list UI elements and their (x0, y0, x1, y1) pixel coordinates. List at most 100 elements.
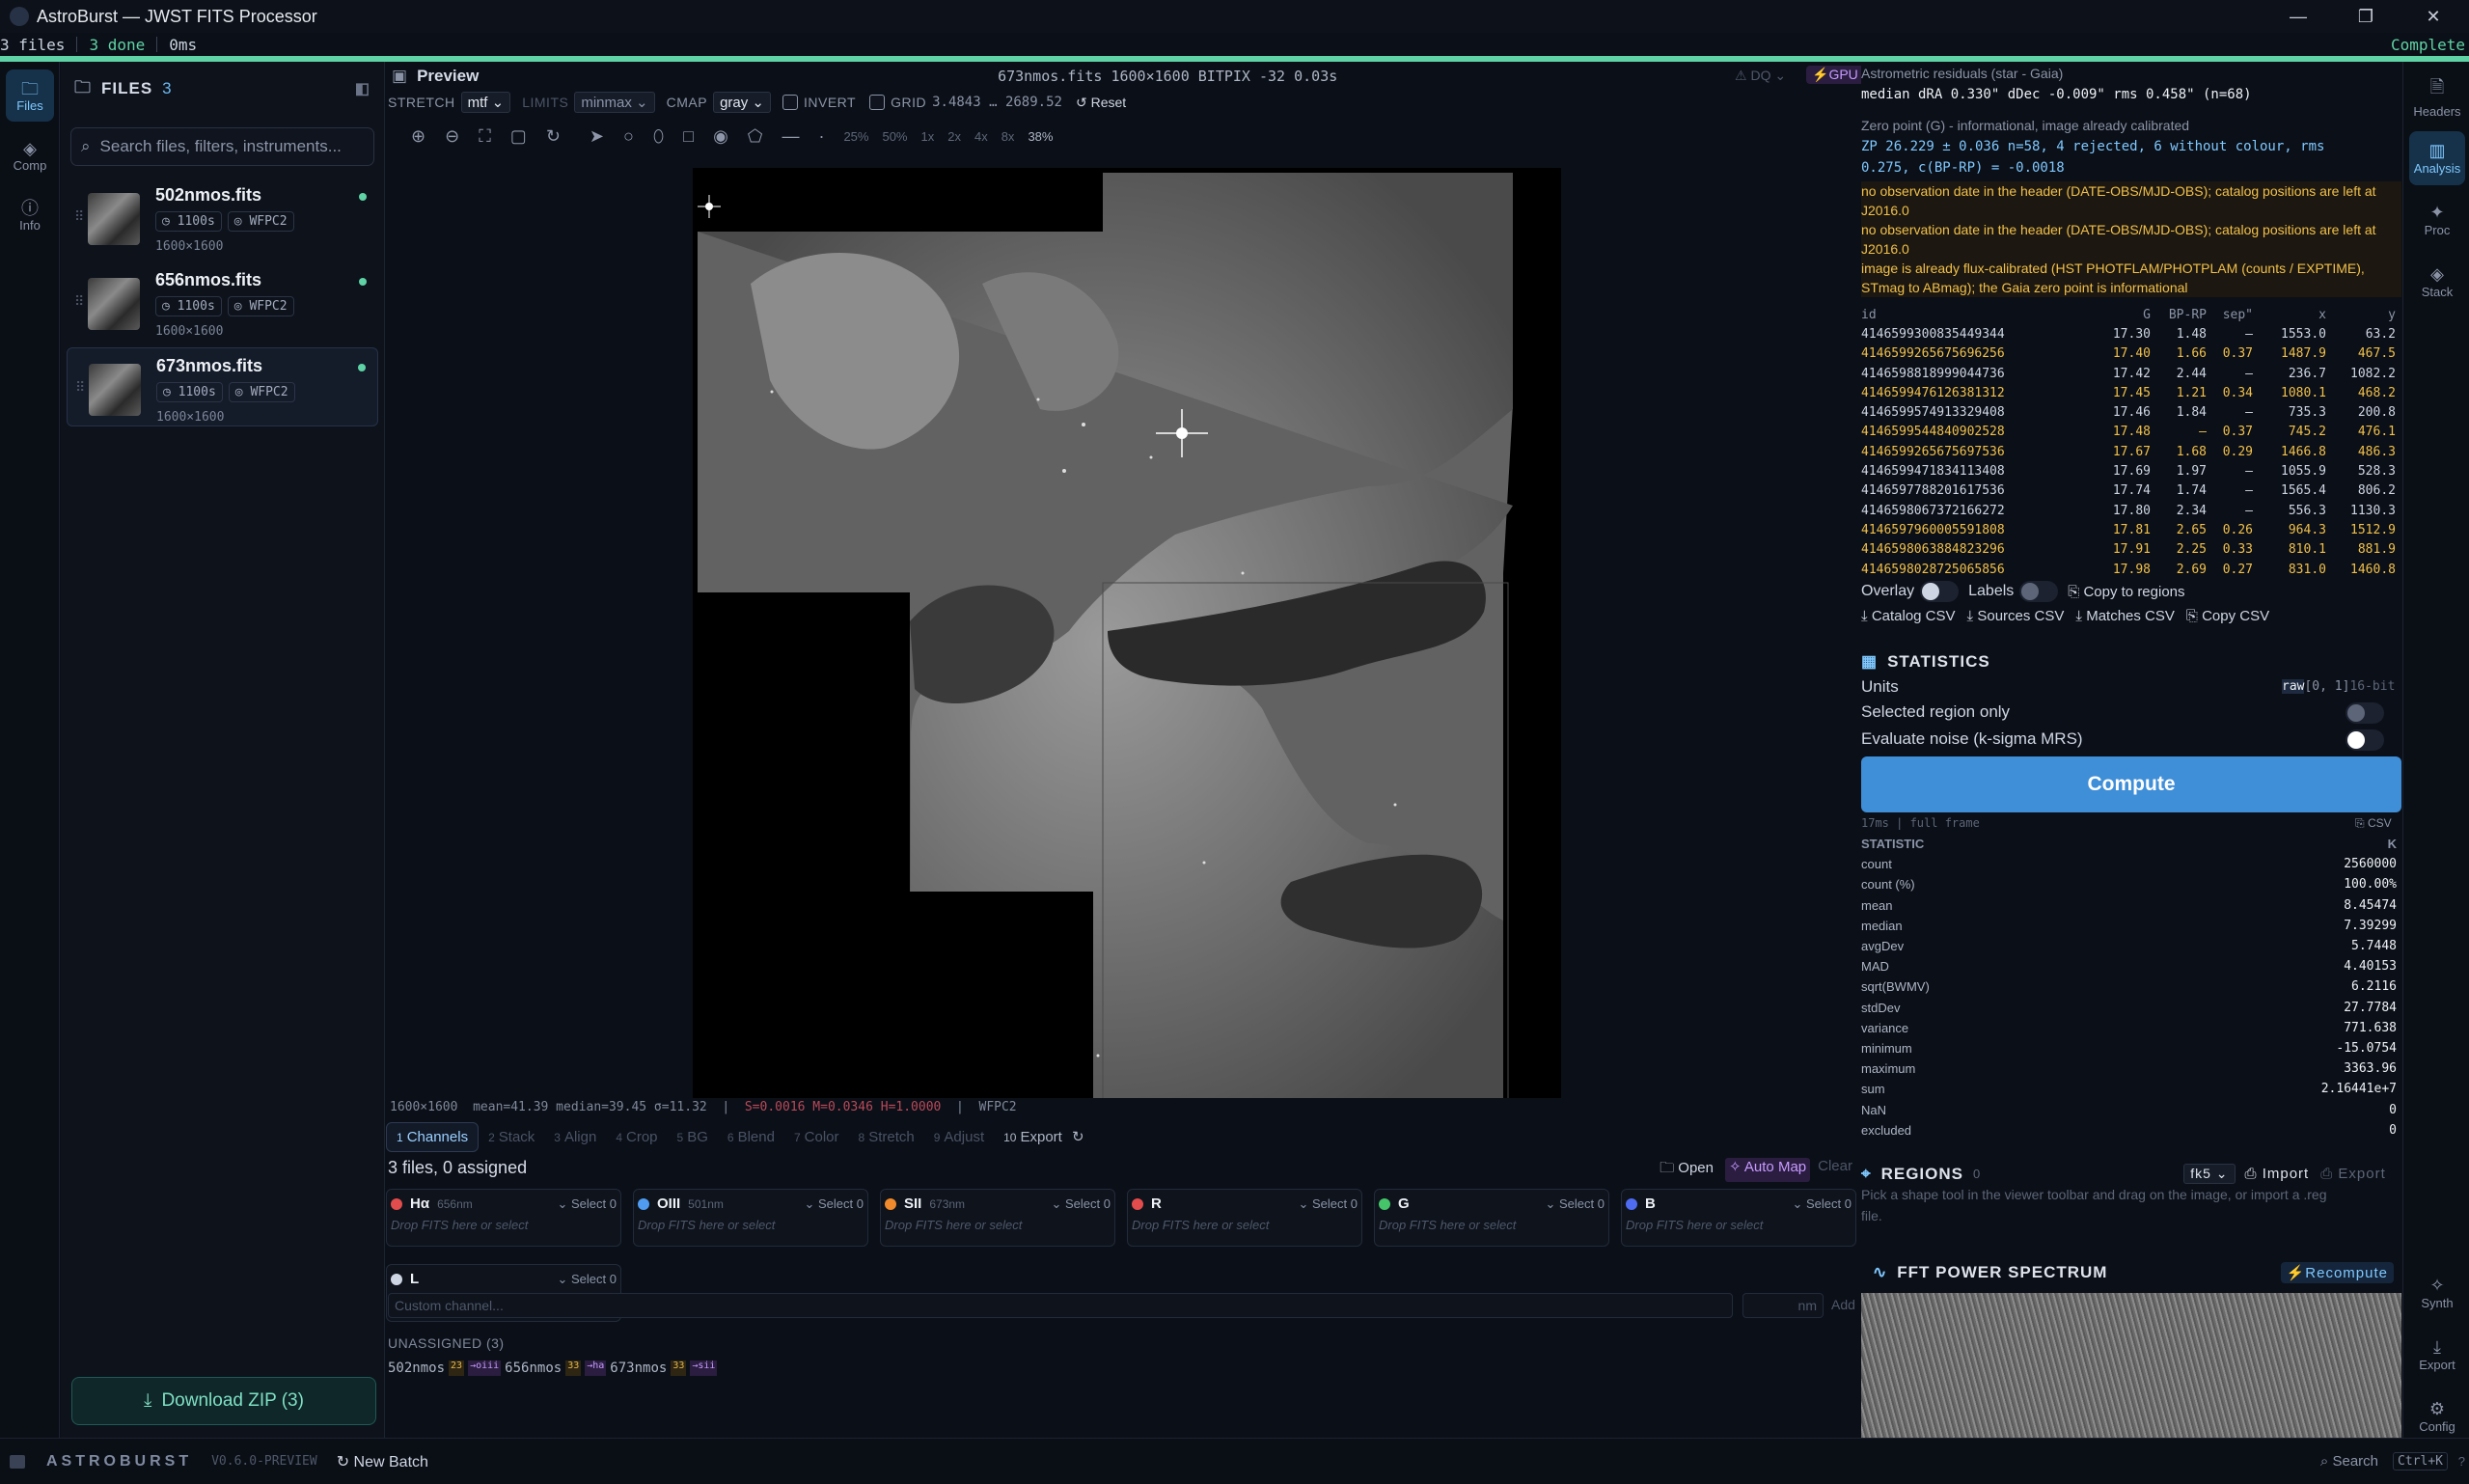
new-batch-button[interactable]: ↻ New Batch (337, 1452, 428, 1471)
drop-zone[interactable]: Drop FITS here or select (387, 1218, 620, 1232)
table-row[interactable]: 4146598067372166272 17.80 2.34 — 556.3 1130.3 (1861, 501, 2397, 520)
tab-stretch[interactable]: 8 Stretch (849, 1123, 924, 1151)
cmap-select[interactable]: gray ⌄ (713, 92, 771, 113)
line-tool-icon[interactable]: — (782, 126, 799, 147)
export-button[interactable]: ⎙ Export (2320, 1166, 2386, 1182)
table-row[interactable]: 4146599471834113408 17.69 1.97 — 1055.9 528.3 (1861, 461, 2397, 481)
table-row[interactable]: 4146597960005591808 17.81 2.65 0.26 964.3 151… (1861, 520, 2397, 539)
zoom-in-icon[interactable]: ⊕ (411, 126, 425, 147)
refresh-icon[interactable]: ↻ (1072, 1129, 1084, 1145)
collapse-panel-icon[interactable]: ◧ (355, 79, 370, 98)
drop-zone[interactable]: Drop FITS here or select (1622, 1218, 1855, 1232)
table-row[interactable]: 4146599265675696256 17.40 1.66 0.37 1487.9 46… (1861, 344, 2397, 364)
box-tool-icon[interactable]: □ (683, 126, 694, 147)
rail-stack[interactable]: ◈ Stack (2409, 255, 2465, 309)
import-button[interactable]: ⎙ Import (2245, 1166, 2310, 1182)
copy-regions-button[interactable]: ⎘ Copy to regions (2068, 584, 2184, 600)
rail-synth[interactable]: ✧ Synth (2409, 1266, 2465, 1320)
table-row[interactable]: 4146598818999044736 17.42 2.44 — 236.7 1082.2 (1861, 364, 2397, 383)
rail-proc[interactable]: ✦ Proc (2409, 193, 2465, 247)
maximize-button[interactable]: ❐ (2333, 0, 2399, 33)
units-range[interactable]: [0, 1] (2304, 679, 2349, 694)
channel-select[interactable]: ⌄ Select 0 (1545, 1196, 1605, 1212)
limits-select[interactable]: minmax ⌄ (574, 92, 655, 113)
channel-select[interactable]: ⌄ Select 0 (557, 1272, 617, 1287)
rail-comp[interactable]: ◈ Comp (6, 129, 54, 181)
copy-csv-button[interactable]: ⎘ Copy CSV (2186, 608, 2269, 624)
stats-csv-button[interactable]: ⎘ CSV (2355, 816, 2392, 831)
zoom-8x[interactable]: 8x (1001, 129, 1015, 144)
unassigned-file[interactable]: 502nmos (388, 1360, 445, 1376)
table-row[interactable]: 4146598028725065856 17.98 2.69 0.27 831.0 146… (1861, 560, 2397, 579)
point-tool-icon[interactable]: · (818, 126, 824, 147)
table-row[interactable]: 4146599265675697536 17.67 1.68 0.29 1466.8 48… (1861, 442, 2397, 461)
unassigned-file[interactable]: 673nmos (610, 1360, 667, 1376)
unassigned-file[interactable]: 656nmos (505, 1360, 562, 1376)
zoom-25[interactable]: 25% (843, 129, 868, 144)
ellipse-tool-icon[interactable]: ⬯ (653, 126, 664, 147)
compute-button[interactable]: Compute (1861, 756, 2401, 812)
minimize-button[interactable]: — (2265, 0, 2331, 33)
rail-info[interactable]: ⓘ Info (6, 189, 54, 241)
file-search-input[interactable]: ⌕ Search files, filters, instruments... (70, 127, 374, 166)
tab-crop[interactable]: 4 Crop (606, 1123, 667, 1151)
drag-handle-icon[interactable]: ⠿ (74, 185, 88, 249)
matches-csv-button[interactable]: ⤓ Matches CSV (2075, 608, 2175, 624)
download-zip-button[interactable]: ⤓ Download ZIP (3) (71, 1377, 376, 1425)
file-item[interactable]: ⠿ 656nmos.fits ◷ 1100s ◎ WFPC2 1600×1600 (67, 262, 378, 342)
grid-checkbox[interactable] (869, 95, 886, 110)
file-item-selected[interactable]: ⠿ 673nmos.fits ◷ 1100s ◎ WFPC2 1600×1600 (67, 347, 378, 426)
frame-select[interactable]: fk5 ⌄ (2183, 1164, 2236, 1184)
noise-toggle[interactable] (2346, 729, 2384, 751)
tab-channels[interactable]: 1 Channels (386, 1121, 480, 1152)
units-raw[interactable]: raw (2282, 679, 2305, 694)
channel-sii[interactable]: SII 673nm ⌄ Select 0 Drop FITS here or sel… (880, 1189, 1115, 1247)
tab-adjust[interactable]: 9 Adjust (924, 1123, 994, 1151)
rotate-icon[interactable]: ↻ (546, 126, 561, 147)
channel-r[interactable]: R ⌄ Select 0 Drop FITS here or select (1127, 1189, 1362, 1247)
polygon-tool-icon[interactable]: ⬠ (748, 126, 763, 147)
drag-handle-icon[interactable]: ⠿ (75, 356, 89, 418)
zoom-1x[interactable]: 1x (921, 129, 935, 144)
image-viewer[interactable] (693, 168, 1561, 1114)
units-bit[interactable]: 16-bit (2349, 679, 2395, 694)
annulus-tool-icon[interactable]: ◉ (713, 126, 728, 147)
footer-search-button[interactable]: ⌕ Search (2320, 1453, 2378, 1470)
table-row[interactable]: 4146598063884823296 17.91 2.25 0.33 810.1 881… (1861, 540, 2397, 560)
help-button[interactable]: ? (2458, 1454, 2465, 1469)
clear-button[interactable]: Clear (1818, 1158, 1852, 1182)
tab-export[interactable]: 10 Export ↻ (994, 1122, 1093, 1151)
zoom-2x[interactable]: 2x (947, 129, 961, 144)
custom-nm-input[interactable]: nm (1742, 1293, 1824, 1318)
zoom-50[interactable]: 50% (882, 129, 907, 144)
channel-select[interactable]: ⌄ Select 0 (1792, 1196, 1852, 1212)
crop-icon[interactable]: ▢ (510, 126, 527, 147)
channel-oiii[interactable]: OIII 501nm ⌄ Select 0 Drop FITS here or se… (633, 1189, 868, 1247)
overlay-toggle[interactable] (1920, 581, 1960, 602)
open-button[interactable]: 🗀 Open (1660, 1158, 1714, 1182)
file-item[interactable]: ⠿ 502nmos.fits ◷ 1100s ◎ WFPC2 1600×1600 (67, 178, 378, 257)
drop-zone[interactable]: Drop FITS here or select (1375, 1218, 1608, 1232)
channel-ha[interactable]: Hα 656nm ⌄ Select 0 Drop FITS here or sele… (386, 1189, 621, 1247)
drop-zone[interactable]: Drop FITS here or select (1128, 1218, 1361, 1232)
invert-checkbox[interactable] (782, 95, 798, 110)
reset-button[interactable]: ↺ Reset (1076, 95, 1126, 111)
custom-channel-input[interactable]: Custom channel... (388, 1293, 1733, 1318)
auto-map-button[interactable]: ✧ Auto Map (1725, 1158, 1811, 1182)
circle-tool-icon[interactable]: ○ (623, 126, 634, 147)
channel-g[interactable]: G ⌄ Select 0 Drop FITS here or select (1374, 1189, 1609, 1247)
channel-b[interactable]: B ⌄ Select 0 Drop FITS here or select (1621, 1189, 1856, 1247)
catalog-csv-button[interactable]: ⤓ Catalog CSV (1861, 608, 1956, 624)
table-row[interactable]: 4146599476126381312 17.45 1.21 0.34 1080.1 46… (1861, 383, 2397, 402)
stretch-select[interactable]: mtf ⌄ (460, 92, 511, 113)
tab-bg[interactable]: 5 BG (668, 1123, 718, 1151)
sources-csv-button[interactable]: ⤓ Sources CSV (1967, 608, 2065, 624)
labels-toggle[interactable] (2019, 581, 2059, 602)
tab-blend[interactable]: 6 Blend (718, 1123, 784, 1151)
close-button[interactable]: ✕ (2400, 0, 2466, 33)
tab-stack[interactable]: 2 Stack (479, 1123, 544, 1151)
channel-select[interactable]: ⌄ Select 0 (557, 1196, 617, 1212)
table-row[interactable]: 4146599574913329408 17.46 1.84 — 735.3 200.8 (1861, 402, 2397, 422)
recompute-button[interactable]: ⚡Recompute (2280, 1262, 2394, 1283)
rail-analysis[interactable]: ▥ Analysis (2409, 131, 2465, 185)
